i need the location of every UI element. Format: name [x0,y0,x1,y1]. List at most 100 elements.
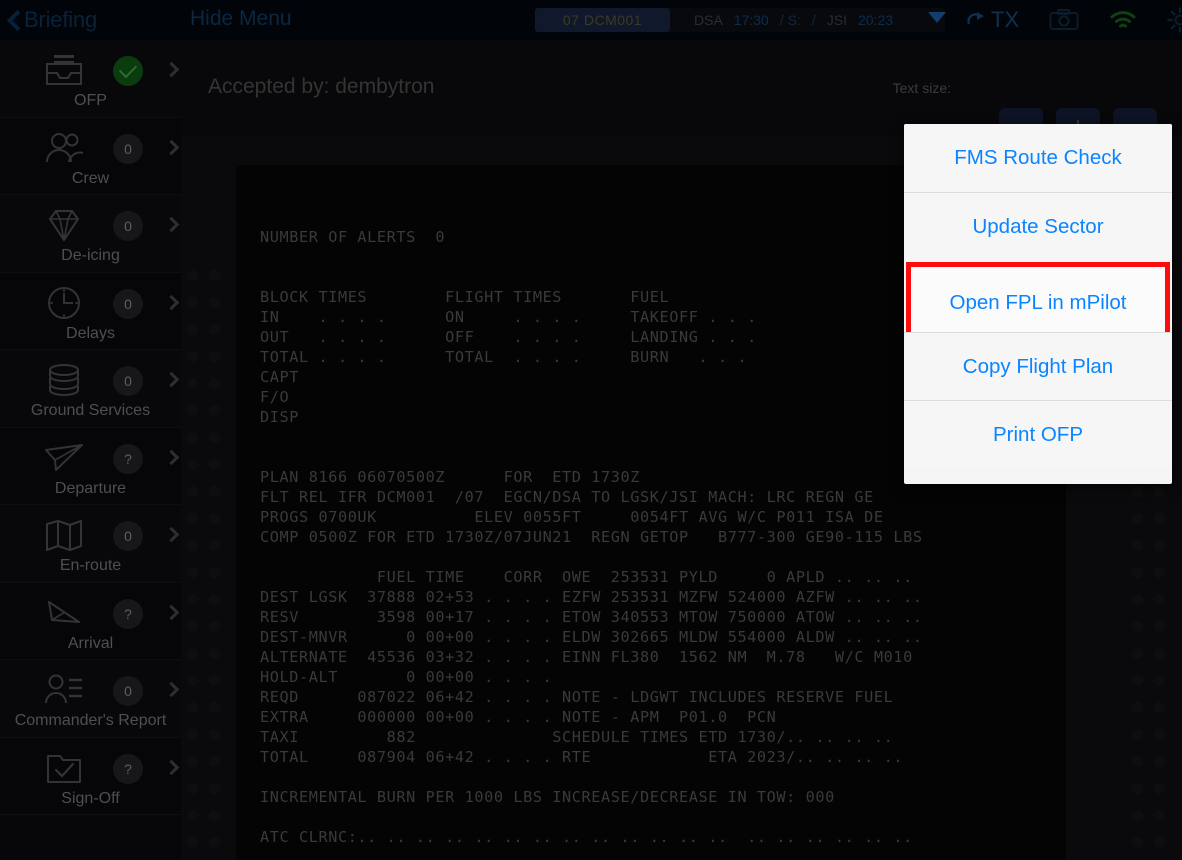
status-badge: ? [113,753,143,784]
perforation-dot [187,351,198,362]
sidebar-item-ofp[interactable]: OFP [0,40,181,118]
perforation-dot [1154,513,1165,524]
sidebar-item-label: Commander's Report [14,712,167,729]
perforation-dot [209,594,220,605]
route-summary: DSA 17:30 / S: / JSI 20:23 [670,12,893,28]
perforation-dot [187,459,198,470]
sidebar-item-delays[interactable]: 0 Delays [0,272,181,350]
popup-item[interactable]: Copy Flight Plan [904,332,1172,400]
chevron-right-icon [163,604,180,620]
perforation-dot [187,702,198,713]
perforation-dot [209,567,220,578]
back-to-briefing-button[interactable]: Briefing [8,7,97,33]
perforation-dot [187,405,198,416]
back-label: Briefing [24,7,97,32]
flight-info-bar[interactable]: 07 DCM001 DSA 17:30 / S: / JSI 20:23 [535,8,945,32]
stack-icon [41,360,86,400]
chevron-right-icon [163,139,180,155]
ofp-header: Accepted by: dembytron Text size: [181,40,1182,150]
perforation-dot [187,621,198,632]
tx-label: TX [991,7,1020,32]
status-badge-complete [113,56,143,86]
status-badge: 0 [113,211,143,241]
ofp-text-content: NUMBER OF ALERTS 0 BLOCK TIMES FLIGHT TI… [260,228,923,846]
sidebar-item-arrival[interactable]: ? Arrival [0,582,181,660]
status-badge: ? [113,598,143,629]
perforation-dot [209,405,220,416]
sidebar-item-en-route[interactable]: 0 En-route [0,505,181,583]
sidebar-item-label: De-icing [61,247,120,264]
destination-code: JSI [826,12,847,28]
perforation-dot [1154,756,1165,767]
chevron-right-icon [163,216,180,233]
camera-icon[interactable] [1049,8,1079,32]
origin-time: 17:30 [733,12,769,28]
chevron-right-icon [163,61,180,78]
destination-time: 20:23 [857,12,894,28]
perforation-dot [1154,702,1165,713]
sidebar-item-commander-s-report[interactable]: 0 Commander's Report [0,660,181,738]
perforation-dot [187,783,198,794]
sidebar-item-crew[interactable]: 0 Crew [0,117,181,195]
perforation-dot [187,567,198,578]
chevron-down-icon[interactable] [928,12,946,23]
popup-item[interactable]: Print OFP [904,400,1172,468]
tray-icon [41,50,86,90]
share-tx-button[interactable]: TX [966,7,1019,33]
perforation-dot [187,756,198,767]
gear-icon[interactable] [1167,7,1182,33]
popup-item[interactable]: Update Sector [904,192,1172,260]
sidebar-item-ground-services[interactable]: 0 Ground Services [0,350,181,428]
status-badge: 0 [113,133,143,164]
popup-item[interactable]: FMS Route Check [904,124,1172,192]
perforation-dot [187,297,198,308]
perforation-dot [209,486,220,497]
perforation-dot [1154,810,1165,821]
sidebar-item-departure[interactable]: ? Departure [0,427,181,505]
perforation-dot [1154,648,1165,659]
perforation-dot [1132,567,1143,578]
perforation-dot [209,324,220,335]
paper-plane-icon [41,438,86,478]
landing-plane-icon [41,593,86,633]
perforation-dot [1132,621,1143,632]
perforation-dot [187,594,198,605]
wifi-icon[interactable] [1109,9,1137,31]
text-size-label: Text size: [892,80,951,96]
perforation-dot [209,756,220,767]
route-sep-2: / [811,12,816,28]
perforation-dot [1154,675,1165,686]
perforation-dot [1154,594,1165,605]
perforation-dot [1132,837,1143,848]
origin-code: DSA [694,12,723,28]
perforation-dot [209,540,220,551]
flight-tag[interactable]: 07 DCM001 [535,8,670,32]
perforation-dot [187,486,198,497]
hide-menu-button[interactable]: Hide Menu [190,7,292,31]
status-badge: 0 [113,366,143,396]
perforation-dot [187,378,198,389]
perforation-dot [1132,810,1143,821]
perforation-dot [187,810,198,821]
folder-check-icon [41,748,86,788]
share-tx-icon [967,12,984,25]
chevron-right-icon [163,294,180,310]
perforation-dot [187,513,198,524]
accepted-by-text: Accepted by: dembytron [208,75,435,98]
perforation-dot [209,621,220,632]
perforation-dot [1154,783,1165,794]
chevron-right-icon [163,449,180,465]
top-bar-icons: TX [966,0,1182,40]
sidebar-item-label: En-route [59,557,122,574]
perforation-dot [209,297,220,308]
perforation-dot [187,324,198,335]
paper-perforation-left [181,160,237,860]
perforation-dot [209,378,220,389]
perforation-dot [1132,702,1143,713]
perforation-dot [1132,783,1143,794]
perforation-dot [187,270,198,281]
app-root: Briefing Hide Menu 07 DCM001 DSA 17:30 /… [0,0,1182,860]
sidebar-item-de-icing[interactable]: 0 De-icing [0,195,181,273]
sidebar-item-sign-off[interactable]: ? Sign-Off [0,737,181,815]
sidebar-item-label: Ground Services [30,402,151,419]
